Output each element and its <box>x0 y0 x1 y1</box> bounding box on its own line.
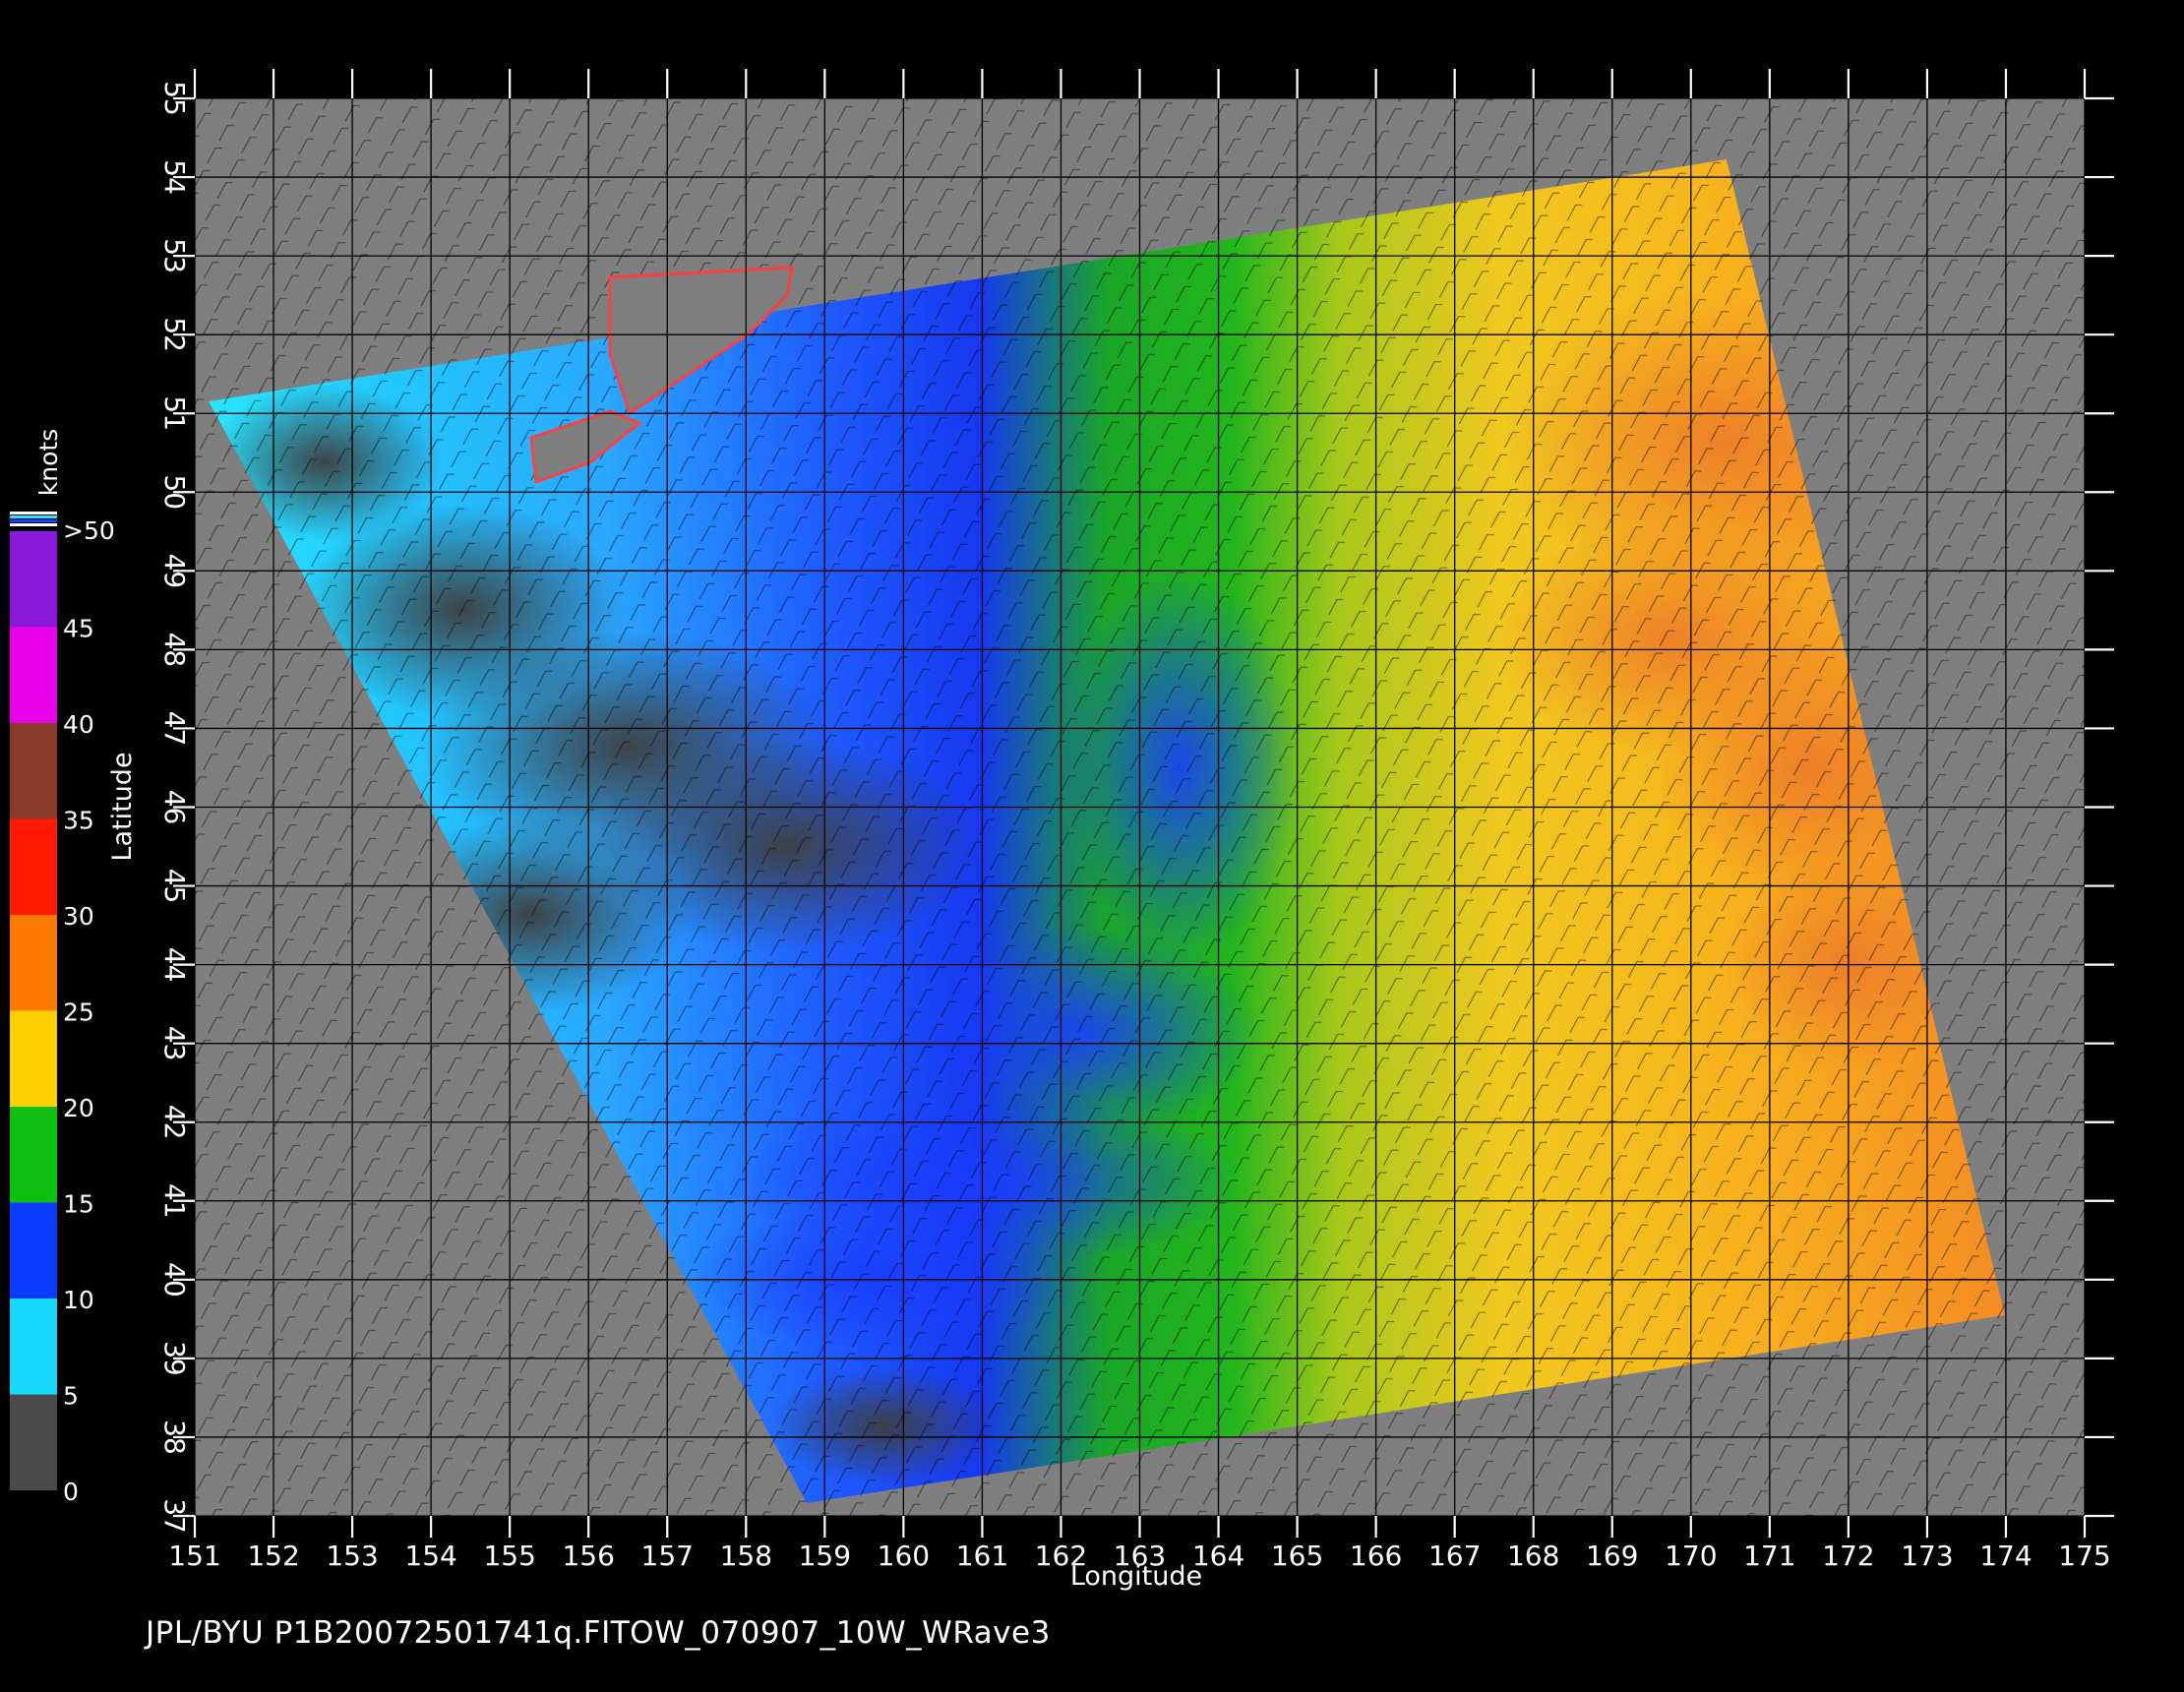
colorbar-over-stripe <box>10 519 57 522</box>
lat-tick-label: 53 <box>158 238 191 273</box>
lat-tick-label: 47 <box>158 711 191 747</box>
colorbar-band <box>10 627 57 723</box>
lon-tick-label: 166 <box>1350 1540 1402 1572</box>
lat-tick-label: 39 <box>158 1341 191 1376</box>
lat-tick-label: 42 <box>158 1105 191 1140</box>
colorbar-band <box>10 1394 57 1490</box>
lon-tick-label: 161 <box>956 1540 1008 1572</box>
colorbar-band <box>10 1010 57 1107</box>
lon-tick-label: 151 <box>168 1540 220 1572</box>
lat-tick-label: 45 <box>158 869 191 904</box>
lon-tick-label: 174 <box>1979 1540 2032 1572</box>
lat-tick-label: 37 <box>158 1498 191 1534</box>
lon-tick-label: 155 <box>483 1540 535 1572</box>
colorbar-label: >50 <box>63 516 115 545</box>
lon-tick-label: 171 <box>1743 1540 1795 1572</box>
colorbar-title: knots <box>34 429 63 496</box>
lon-tick-label: 175 <box>2058 1540 2110 1572</box>
colorbar-label: 30 <box>63 902 94 931</box>
colorbar-band <box>10 818 57 915</box>
wind-speed-map: 151 152 153 154 155 156 157 158 159 160 161 162 163 1… <box>10 69 2114 1592</box>
colorbar-label: 0 <box>63 1478 79 1506</box>
lat-tick-label: 52 <box>158 317 191 352</box>
lon-tick-label: 152 <box>247 1540 299 1572</box>
colorbar-over-stripe <box>10 512 57 514</box>
colorbar-band <box>10 1299 57 1395</box>
lat-tick-label: 40 <box>158 1262 191 1298</box>
lat-tick-label: 49 <box>158 554 191 589</box>
lon-tick-label: 169 <box>1586 1540 1638 1572</box>
lon-tick-label: 154 <box>404 1540 456 1572</box>
lat-tick-label: 54 <box>158 159 191 195</box>
colorbar-band <box>10 531 57 628</box>
colorbar-over-stripe <box>10 523 57 526</box>
lon-tick-label: 167 <box>1428 1540 1481 1572</box>
lon-tick-label: 153 <box>326 1540 378 1572</box>
lon-tick-label: 157 <box>641 1540 694 1572</box>
colorbar-label: 20 <box>63 1094 94 1122</box>
lat-tick-label: 46 <box>158 790 191 825</box>
lon-tick-label: 168 <box>1507 1540 1559 1572</box>
colorbar-band <box>10 1107 57 1203</box>
colorbar-label: 40 <box>63 710 94 739</box>
lon-tick-label: 159 <box>799 1540 851 1572</box>
lon-tick-label: 156 <box>562 1540 614 1572</box>
lon-tick-label: 165 <box>1271 1540 1323 1572</box>
lat-tick-label: 50 <box>158 474 191 510</box>
x-axis-title: Longitude <box>1070 1561 1202 1592</box>
colorbar-band <box>10 1202 57 1299</box>
colorbar-label: 15 <box>63 1190 94 1219</box>
colorbar-label: 25 <box>63 998 94 1027</box>
lat-tick-label: 41 <box>158 1183 191 1219</box>
lat-tick-label: 48 <box>158 633 191 668</box>
colorbar-band <box>10 723 57 819</box>
colorbar-over-stripe <box>10 515 57 518</box>
colorbar-label: 45 <box>63 615 94 643</box>
lon-tick-label: 160 <box>878 1540 930 1572</box>
colorbar-label: 10 <box>63 1286 94 1314</box>
lon-tick-label: 170 <box>1665 1540 1717 1572</box>
colorbar: 0 5 10 15 20 25 30 35 40 45 >50knots <box>10 429 115 1506</box>
caption-text: JPL/BYU P1B20072501741q.FITOW_070907_10W… <box>146 1615 1051 1651</box>
lat-tick-label: 38 <box>158 1420 191 1455</box>
lon-tick-label: 172 <box>1822 1540 1874 1572</box>
colorbar-label: 35 <box>63 807 94 835</box>
lon-tick-label: 173 <box>1901 1540 1953 1572</box>
colorbar-band <box>10 915 57 1011</box>
lat-tick-label: 55 <box>158 81 191 116</box>
colorbar-label: 5 <box>63 1382 79 1411</box>
y-axis-title: Latitude <box>107 752 138 861</box>
lat-tick-label: 44 <box>158 947 191 983</box>
lat-tick-label: 43 <box>158 1026 191 1061</box>
lat-tick-label: 51 <box>158 395 191 431</box>
lon-tick-label: 158 <box>720 1540 772 1572</box>
